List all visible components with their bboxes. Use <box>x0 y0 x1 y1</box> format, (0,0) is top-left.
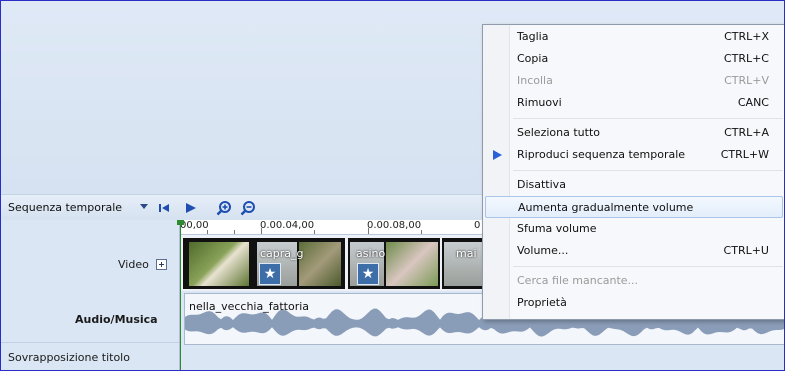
menu-separator <box>513 118 783 119</box>
clip-name: mai <box>456 247 477 260</box>
menu-item-properties[interactable]: Proprietà <box>485 292 783 314</box>
timeline-label[interactable]: Sequenza temporale <box>8 201 122 214</box>
video-clip[interactable]: mai <box>442 238 484 289</box>
track-headers: Video Audio/Musica Sovrapposizione titol… <box>1 220 180 370</box>
menu-item-shortcut: CTRL+W <box>720 148 769 161</box>
menu-item-find-missing-file[interactable]: Cerca file mancante... <box>485 270 783 292</box>
ruler-label: 0.00.08,00 <box>367 220 422 231</box>
menu-item-label: Rimuovi <box>517 96 562 109</box>
audio-track-label: Audio/Musica <box>75 313 158 326</box>
menu-item-label: Seleziona tutto <box>517 126 600 139</box>
playhead-handle[interactable] <box>177 220 184 225</box>
ruler-label: 00,00 <box>180 220 209 231</box>
playhead[interactable] <box>180 220 181 370</box>
clip-thumbnail <box>299 242 341 286</box>
menu-item-label: Volume... <box>517 244 569 257</box>
clip-name: asino <box>356 247 386 260</box>
menu-item-play-timeline[interactable]: Riproduci sequenza temporale CTRL+W <box>485 144 783 166</box>
clip-thumbnail <box>386 242 438 286</box>
ruler-tick <box>368 228 369 234</box>
menu-item-select-all[interactable]: Seleziona tutto CTRL+A <box>485 122 783 144</box>
zoom-in-icon[interactable] <box>216 200 232 216</box>
menu-item-label: Taglia <box>517 30 549 43</box>
ruler-tick <box>421 230 422 234</box>
ruler-tick <box>207 230 208 234</box>
video-clip[interactable]: asino ★ <box>348 238 440 289</box>
menu-item-label: Proprietà <box>517 296 567 309</box>
video-clip[interactable] <box>183 238 255 289</box>
window-frame: Sequenza temporale Video Audio/Musica So… <box>0 0 785 371</box>
menu-item-label: Cerca file mancante... <box>517 274 639 287</box>
menu-item-shortcut: CTRL+V <box>724 74 769 87</box>
menu-item-copy[interactable]: Copia CTRL+C <box>485 48 783 70</box>
video-clip[interactable]: capra_g ★ <box>255 238 345 289</box>
audio-clip-name: nella_vecchia_fattoria <box>189 300 310 313</box>
star-icon: ★ <box>259 263 281 285</box>
context-menu: Taglia CTRL+X Copia CTRL+C Incolla CTRL+… <box>482 24 784 320</box>
title-overlay-track-label: Sovrapposizione titolo <box>8 351 130 364</box>
menu-item-shortcut: CTRL+A <box>724 126 769 139</box>
rewind-icon[interactable] <box>156 200 172 216</box>
clip-thumbnail <box>189 242 249 286</box>
clip-name: capra_g <box>260 247 304 260</box>
menu-item-label: Incolla <box>517 74 553 87</box>
menu-item-shortcut: CTRL+C <box>723 52 769 65</box>
menu-item-volume[interactable]: Volume... CTRL+U <box>485 240 783 262</box>
ruler-tick <box>261 228 262 234</box>
track-divider <box>1 342 179 343</box>
ruler-tick <box>234 230 235 234</box>
menu-item-shortcut: CANC <box>737 96 769 109</box>
menu-item-label: Riproduci sequenza temporale <box>517 148 686 161</box>
menu-item-paste[interactable]: Incolla CTRL+V <box>485 70 783 92</box>
menu-item-fade-in[interactable]: Aumenta gradualmente volume <box>485 196 783 218</box>
menu-separator <box>513 170 783 171</box>
menu-separator <box>513 266 783 267</box>
ruler-label: 0.00.04,00 <box>260 220 315 231</box>
menu-item-cut[interactable]: Taglia CTRL+X <box>485 26 783 48</box>
play-icon <box>493 150 502 160</box>
chevron-down-icon[interactable] <box>140 204 148 209</box>
menu-item-label: Aumenta gradualmente volume <box>518 201 694 214</box>
menu-item-label: Copia <box>517 52 549 65</box>
menu-item-shortcut: CTRL+U <box>723 244 769 257</box>
title-overlay-track[interactable] <box>180 345 784 370</box>
menu-item-label: Disattiva <box>517 178 566 191</box>
menu-item-fade-out[interactable]: Sfuma volume <box>485 218 783 240</box>
play-icon[interactable] <box>183 200 199 216</box>
menu-item-remove[interactable]: Rimuovi CANC <box>485 92 783 114</box>
expand-plus-icon[interactable] <box>156 259 167 270</box>
ruler-label: 0 <box>474 220 481 231</box>
video-track-label: Video <box>118 258 149 271</box>
ruler-tick <box>314 230 315 234</box>
zoom-out-icon[interactable] <box>240 200 256 216</box>
menu-item-shortcut: CTRL+X <box>724 30 769 43</box>
star-icon: ★ <box>357 263 379 285</box>
menu-item-label: Sfuma volume <box>517 222 597 235</box>
menu-item-mute[interactable]: Disattiva <box>485 174 783 196</box>
